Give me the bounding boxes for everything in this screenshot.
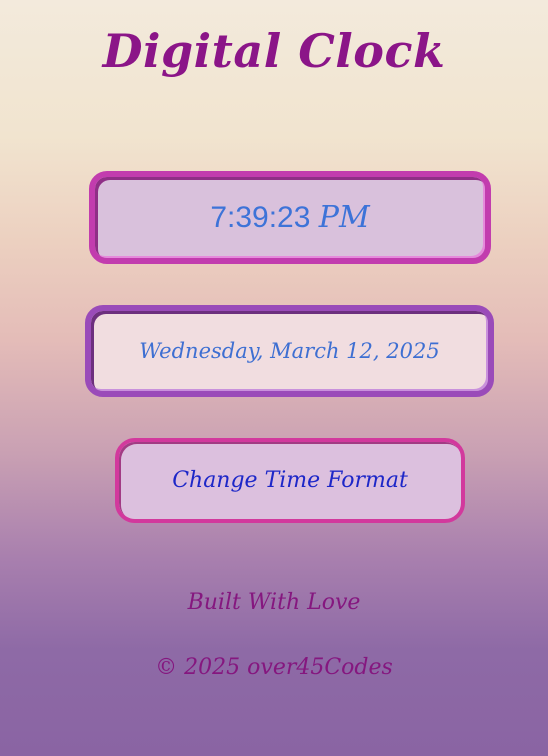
change-time-format-label: Change Time Format xyxy=(172,468,408,493)
date-value: Wednesday, March 12, 2025 xyxy=(139,339,440,363)
time-digits: 7:39:23 xyxy=(210,201,311,234)
time-period: PM xyxy=(318,200,370,235)
time-display: 7:39:23 PM xyxy=(89,171,491,264)
time-value: 7:39:23 PM xyxy=(210,200,369,235)
date-display: Wednesday, March 12, 2025 xyxy=(85,305,494,397)
built-with-love-text: Built With Love xyxy=(187,590,361,615)
page-title: Digital Clock xyxy=(102,24,446,78)
copyright-text: © 2025 over45Codes xyxy=(155,655,393,680)
change-time-format-button[interactable]: Change Time Format xyxy=(115,438,465,523)
